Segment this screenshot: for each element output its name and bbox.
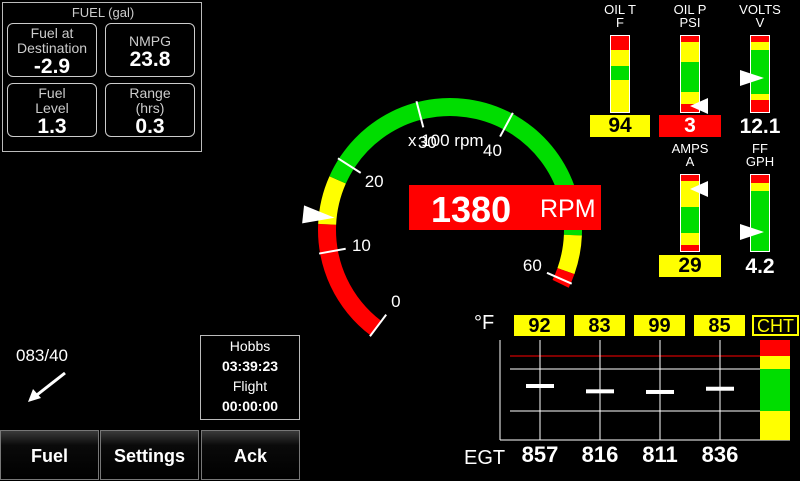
- cht-scale-red: [760, 340, 790, 356]
- egt-label: EGT: [464, 447, 506, 469]
- volts-label-block: VOLTS V: [735, 3, 785, 29]
- oil-temp-unit: F: [616, 15, 624, 30]
- fuel-flow-bar: [750, 174, 770, 252]
- flight-label: Flight: [232, 378, 268, 394]
- wind-readout: 083/40: [16, 346, 68, 365]
- oil-temp-bar: [610, 35, 630, 113]
- fuel-flow-unit: GPH: [745, 154, 775, 169]
- tach-tick-label-60: 60: [522, 256, 542, 276]
- amps-label-block: AMPS A: [665, 142, 715, 168]
- egt-value-3: 811: [642, 442, 678, 467]
- hobbs-time: 03:39:23: [221, 358, 279, 374]
- cht-scale-yellow-top: [760, 356, 790, 369]
- egt-bar-3: [646, 389, 674, 394]
- rpm-value: 1380: [431, 189, 512, 230]
- fuel-button[interactable]: Fuel: [0, 430, 99, 480]
- cht-label: CHT: [752, 315, 799, 336]
- cht-scale-green: [760, 369, 790, 411]
- egt-value-2: 816: [581, 442, 619, 467]
- egt-bar-2: [586, 389, 614, 394]
- cht-value-3: 99: [634, 315, 685, 337]
- oil-temp-label-block: OIL T F: [595, 3, 645, 29]
- cht-value-2: 83: [574, 315, 625, 337]
- tach-tick-label-20: 20: [364, 171, 384, 191]
- oil-pressure-unit: PSI: [679, 15, 701, 30]
- hobbs-panel: Hobbs 03:39:23 Flight 00:00:00: [200, 335, 300, 420]
- amps-value: 29: [659, 255, 721, 277]
- volts-unit: V: [755, 15, 765, 30]
- fuel-flow-pointer: [740, 224, 764, 240]
- egt-bars: [526, 384, 734, 394]
- fuel-flow-label-block: FF GPH: [735, 142, 785, 168]
- cht-scale-yellow-bottom: [760, 411, 790, 440]
- volts-pointer: [740, 70, 764, 86]
- rpm-readout: 1380 RPM: [409, 185, 601, 230]
- cht-value-1: 92: [514, 315, 565, 337]
- tach-tick-label-10: 10: [351, 235, 371, 255]
- flight-time: 00:00:00: [221, 398, 279, 414]
- temp-unit-label: °F: [474, 312, 495, 334]
- ack-button[interactable]: Ack: [201, 430, 300, 480]
- volts-value: 12.1: [739, 115, 781, 138]
- tach-tick-label-0: 0: [391, 291, 401, 311]
- amps-unit: A: [685, 154, 695, 169]
- oil-pressure-pointer: [690, 98, 708, 114]
- rpm-units: RPM: [540, 195, 596, 223]
- egt-value-4: 836: [701, 442, 739, 467]
- hobbs-label: Hobbs: [229, 338, 271, 354]
- oil-pressure-label-block: OIL P PSI: [665, 3, 715, 29]
- cht-value-4: 85: [694, 315, 745, 337]
- egt-bar-4: [706, 386, 734, 391]
- tach-unit-label: x 100 rpm: [408, 131, 484, 150]
- egt-graph: [499, 340, 790, 441]
- egt-bar-1: [526, 384, 554, 388]
- fuel-flow-value: 4.2: [745, 255, 775, 278]
- amps-pointer: [690, 181, 708, 197]
- tach-yellow-high: [557, 234, 582, 275]
- arrow-down-left-icon: [28, 371, 66, 402]
- egt-value-1: 857: [521, 442, 559, 467]
- oil-temp-value: 94: [590, 115, 650, 137]
- settings-button[interactable]: Settings: [100, 430, 199, 480]
- oil-pressure-value: 3: [659, 115, 721, 137]
